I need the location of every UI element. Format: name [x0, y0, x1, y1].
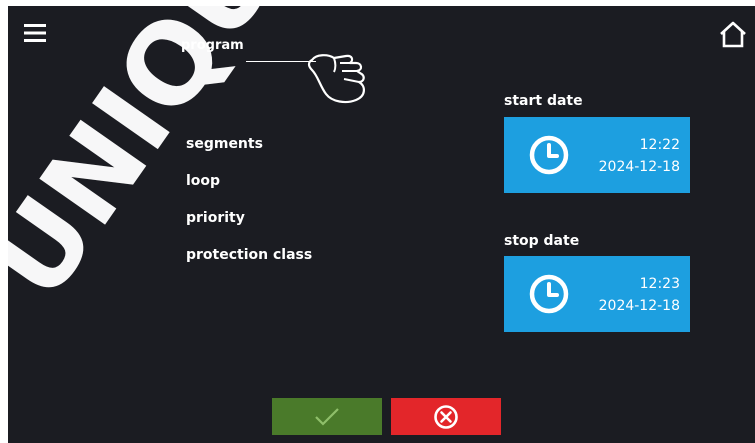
watermark: UNIQUE — [8, 6, 288, 321]
stop-time: 12:23 — [639, 276, 680, 292]
start-date-button[interactable]: 12:22 2024-12-18 — [504, 117, 690, 193]
hamburger-menu-icon[interactable] — [24, 22, 46, 44]
program-label: program — [181, 38, 244, 53]
segments-label: segments — [186, 136, 263, 152]
cancel-circle-icon — [434, 404, 458, 429]
svg-text:UNIQUE: UNIQUE — [8, 6, 288, 321]
stop-date-button[interactable]: 12:23 2024-12-18 — [504, 256, 690, 332]
confirm-button[interactable] — [272, 398, 382, 435]
priority-label: priority — [186, 210, 245, 226]
start-time: 12:22 — [639, 137, 680, 153]
checkmark-icon — [315, 407, 339, 426]
stop-date-label: stop date — [504, 233, 580, 249]
stop-date-value: 2024-12-18 — [598, 298, 680, 314]
start-date-value: 2024-12-18 — [598, 159, 680, 175]
clock-icon — [529, 135, 569, 175]
hand-pointer-icon — [307, 54, 365, 104]
clock-icon — [529, 274, 569, 314]
cancel-button[interactable] — [391, 398, 501, 435]
loop-label: loop — [186, 173, 221, 189]
start-date-label: start date — [504, 93, 583, 109]
protection-class-label: protection class — [186, 247, 313, 263]
program-settings-screen: UNIQUE program segments loop priority pr… — [8, 6, 755, 443]
home-icon[interactable] — [718, 20, 748, 48]
